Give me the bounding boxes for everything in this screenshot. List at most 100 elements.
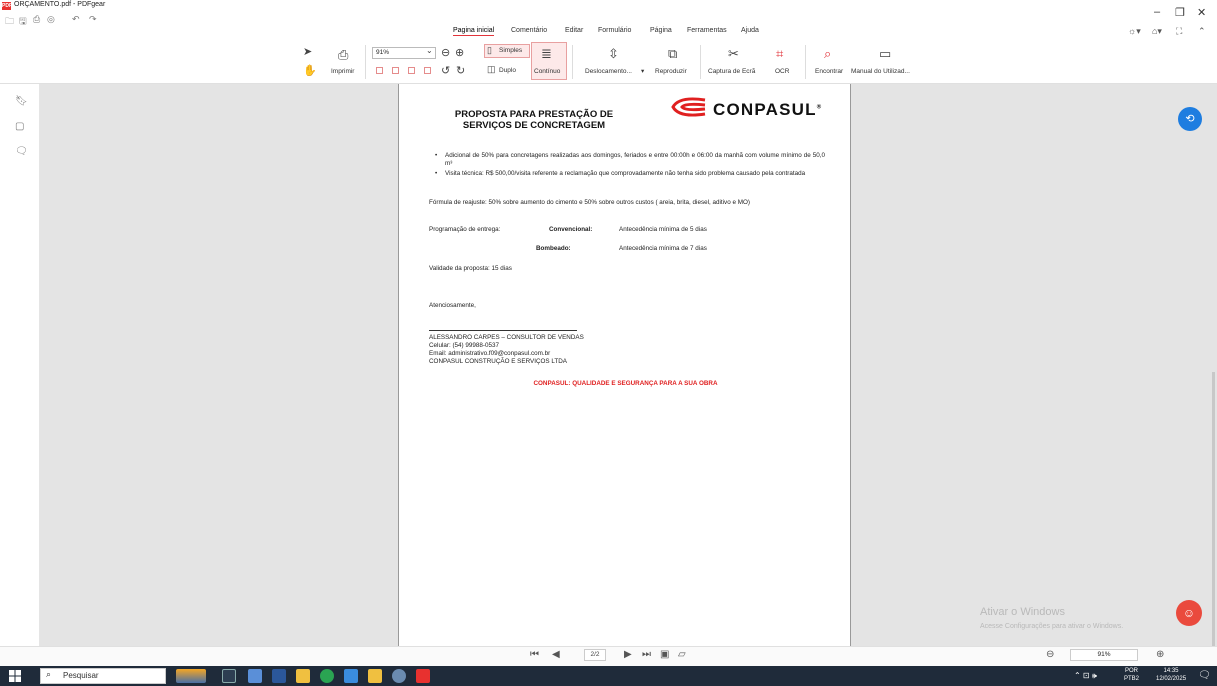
formula-text: Fórmula de reajuste: 50% sobre aumento d… [429, 199, 750, 206]
chevron-down-icon[interactable]: ⌄ [426, 46, 433, 55]
play-icon[interactable]: ⧉ [668, 46, 677, 62]
next-page-icon[interactable]: ▶ [624, 649, 632, 660]
scissors-icon[interactable]: ✂ [728, 46, 739, 62]
task-view-icon[interactable] [222, 669, 236, 683]
hand-tool-icon[interactable]: ✋ [303, 64, 317, 77]
windows-start-icon[interactable] [9, 670, 21, 682]
bullet-item: Adicional de 50% para concretagens reali… [435, 152, 825, 168]
collapse-ribbon-icon[interactable]: ⌃ [1198, 26, 1206, 37]
signature-line [429, 330, 577, 331]
menu-pagina[interactable]: Página [650, 27, 672, 34]
bookmark-icon[interactable]: 🔖︎ [15, 96, 28, 107]
save-icon[interactable]: 🖫 [19, 14, 27, 30]
conventional-value: Antecedência mínima de 5 dias [619, 226, 707, 233]
actual-size-icon[interactable] [408, 67, 415, 74]
zoom-out-icon[interactable]: ⊖ [1046, 649, 1054, 660]
manual-icon[interactable]: ▭ [879, 46, 891, 62]
fullscreen-icon[interactable]: ⛶ [1176, 26, 1182, 37]
scroll-mode-label[interactable]: Deslocamento... [585, 68, 632, 75]
folder-app-icon[interactable] [368, 669, 382, 683]
pumped-value: Antecedência mínima de 7 dias [619, 245, 707, 252]
feedback-icon[interactable]: ☺ [1176, 600, 1202, 626]
file-explorer-icon[interactable] [296, 669, 310, 683]
zoom-level[interactable]: 91% [1070, 649, 1138, 661]
rotate-right-icon[interactable]: ↻ [456, 64, 465, 77]
clock[interactable]: 14:35 12/02/2025 [1156, 667, 1186, 683]
theme-icon[interactable]: ☼▾ [1128, 26, 1141, 37]
ocr-label[interactable]: OCR [775, 68, 789, 75]
fit-width-icon[interactable] [392, 67, 399, 74]
conpasul-logo-mark [671, 97, 706, 117]
account-icon[interactable]: ⌂▾ [1152, 26, 1162, 37]
print-button-label[interactable]: Imprimir [331, 68, 354, 75]
menu-editar[interactable]: Editar [565, 27, 583, 34]
tray-icons[interactable]: ⌃ ⊡ 🕪 [1074, 671, 1097, 681]
edge-app-icon[interactable] [344, 669, 358, 683]
close-icon[interactable]: ✕ [1197, 6, 1206, 19]
continuous-label: Contínuo [534, 68, 561, 75]
page-fit-icon[interactable]: ▱ [678, 649, 686, 660]
vertical-scrollbar[interactable] [1212, 372, 1215, 646]
previous-page-icon[interactable]: ◀ [552, 649, 560, 660]
scroll-mode-icon[interactable]: ⇳ [608, 46, 619, 62]
user-manual-label[interactable]: Manual do Utilizad... [851, 68, 910, 75]
word-app-icon[interactable] [272, 669, 286, 683]
zoom-in-icon[interactable]: ⊕ [1156, 649, 1164, 660]
windows-activation-note: Acesse Configurações para ativar o Windo… [980, 623, 1124, 630]
find-icon[interactable]: ⌕ [824, 46, 831, 62]
zoom-in-icon[interactable]: ⊕ [455, 46, 464, 59]
signature-phone: Celular: (54) 99988-0537 [429, 342, 500, 349]
screen-capture-label[interactable]: Captura de Ecrã [708, 68, 755, 75]
last-page-icon[interactable]: ⏭ [642, 649, 651, 660]
conventional-label: Convencional: [549, 226, 593, 233]
title-bar [0, 0, 1217, 44]
redo-icon[interactable]: ↷ [89, 14, 97, 25]
page-view-icon[interactable]: ▣ [660, 649, 669, 660]
page-number-input[interactable]: 2/2 [584, 649, 606, 661]
play-label[interactable]: Reproduzir [655, 68, 687, 75]
pdfgear-taskbar-icon[interactable] [416, 669, 430, 683]
find-label[interactable]: Encontrar [815, 68, 843, 75]
first-page-icon[interactable]: ⏮ [530, 649, 539, 660]
select-tool-icon[interactable]: ➤ [303, 45, 312, 58]
undo-icon[interactable]: ↶ [72, 14, 80, 25]
notifications-icon[interactable]: 🗨︎ [1198, 670, 1211, 681]
menu-ferramentas[interactable]: Ferramentas [687, 27, 727, 34]
print-icon[interactable]: ⎙ [33, 14, 40, 25]
slogan-text: CONPASUL: QUALIDADE E SEGURANÇA PARA A S… [533, 380, 718, 387]
chrome-app-icon[interactable] [320, 669, 334, 683]
ai-assistant-icon[interactable]: ⟲ [1178, 107, 1202, 131]
closing-text: Atenciosamente, [429, 302, 476, 309]
two-page-label[interactable]: Duplo [499, 67, 516, 74]
validity-text: Validade da proposta: 15 dias [429, 265, 512, 272]
thumbnails-icon[interactable]: ▢ [15, 121, 25, 132]
ribbon-separator [700, 45, 701, 79]
menu-ajuda[interactable]: Ajuda [741, 27, 759, 34]
menu-formulario[interactable]: Formulário [598, 27, 631, 34]
document-title-line2: SERVIÇOS DE CONCRETAGEM [462, 120, 606, 131]
window-title: ORÇAMENTO.pdf - PDFgear [14, 1, 106, 8]
fit-page-icon[interactable] [376, 67, 383, 74]
ribbon-separator [805, 45, 806, 79]
rotate-left-icon[interactable]: ↺ [441, 64, 450, 77]
menu-pagina-inicial[interactable]: Pagina inicial [453, 27, 495, 36]
open-icon[interactable]: 🗀 [5, 14, 14, 30]
printer-icon[interactable]: ⎙ [338, 47, 348, 63]
maximize-icon[interactable]: ❐ [1175, 6, 1185, 19]
share-icon[interactable]: ◎ [47, 14, 55, 25]
browser-app-icon[interactable] [392, 669, 406, 683]
weather-widget-icon[interactable] [176, 669, 206, 683]
ribbon-separator [572, 45, 573, 79]
menu-comentario[interactable]: Comentário [511, 27, 547, 34]
two-page-icon[interactable]: ◫ [487, 64, 496, 75]
fit-visible-icon[interactable] [424, 67, 431, 74]
comments-icon[interactable]: 🗨︎ [15, 146, 28, 157]
taskbar-search[interactable]: Pesquisar [40, 668, 166, 684]
calculator-app-icon[interactable] [248, 669, 262, 683]
zoom-out-icon[interactable]: ⊖ [441, 46, 450, 59]
conpasul-logo-text: CONPASUL® [713, 100, 823, 119]
chevron-down-icon[interactable]: ▾ [641, 67, 644, 75]
minimize-icon[interactable]: – [1154, 6, 1160, 18]
language-indicator[interactable]: POR PTB2 [1124, 667, 1139, 683]
ocr-icon[interactable]: ⌗ [776, 46, 783, 62]
